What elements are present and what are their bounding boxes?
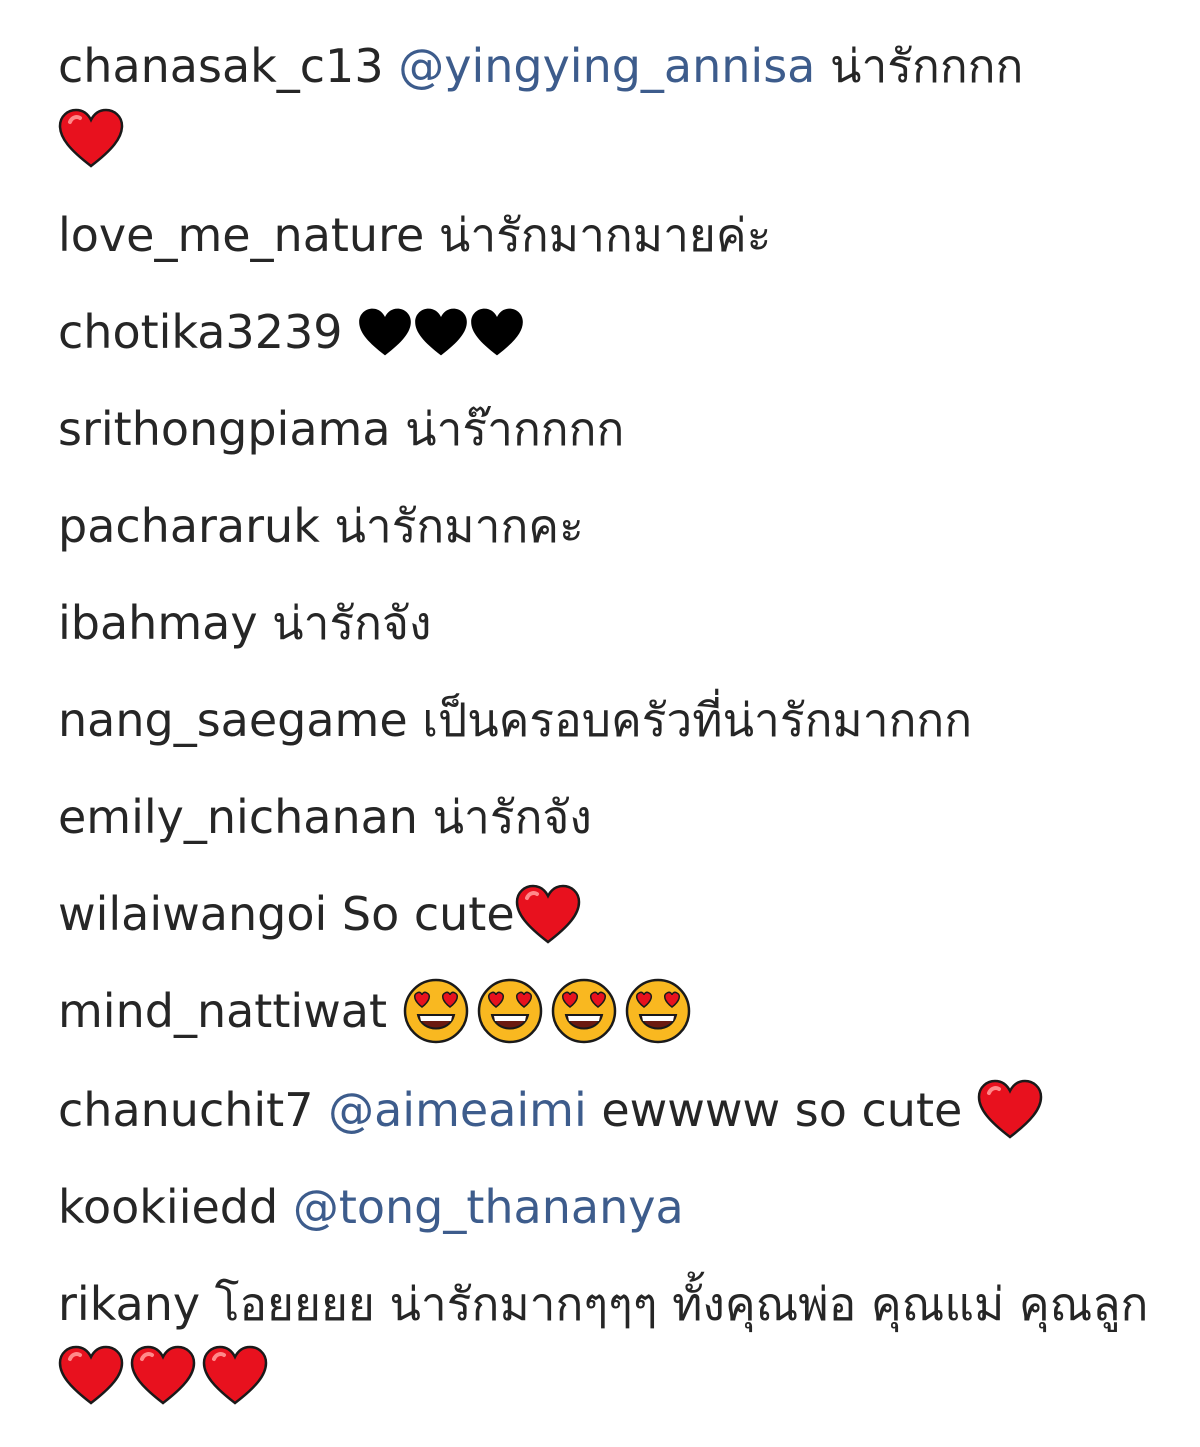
comment-username[interactable]: pachararuk — [58, 499, 320, 553]
comment-mention[interactable]: @yingying_annisa — [398, 39, 815, 93]
comment-text: เป็นครอบครัวที่น่ารักมากกก — [422, 693, 973, 747]
comment-item: chanasak_c13 @yingying_annisa น่ารักกกก — [58, 30, 1168, 174]
comment-text: น่ารักจัง — [432, 790, 592, 844]
comment-username[interactable]: chotika3239 — [58, 305, 343, 359]
black-heart-icon — [469, 307, 525, 357]
comment-username[interactable]: emily_nichanan — [58, 790, 418, 844]
comment-item: srithongpiama น่าร๊ากกกก — [58, 393, 1168, 465]
comment-username[interactable]: chanuchit7 — [58, 1083, 313, 1137]
comment-text: น่ารักกกก — [830, 39, 1024, 93]
comment-item: love_me_nature น่ารักมากมายค่ะ — [58, 199, 1168, 271]
comment-item: kookiiedd @tong_thananya — [58, 1171, 1168, 1243]
comment-text: น่ารักมากมายค่ะ — [438, 208, 772, 262]
comment-list: chanasak_c13 @yingying_annisa น่ารักกกก … — [58, 30, 1168, 1437]
comment-username[interactable]: mind_nattiwat — [58, 984, 387, 1038]
heart-eyes-face-icon — [550, 977, 618, 1045]
comment-text: น่ารักมากคะ — [334, 499, 584, 553]
comment-username[interactable]: rikany — [58, 1277, 200, 1331]
comment-item: ibahmay น่ารักจัง — [58, 587, 1168, 659]
comment-text: น่ารักจัง — [272, 596, 432, 650]
comment-item: emily_nichanan น่ารักจัง — [58, 781, 1168, 853]
heart-eyes-face-icon — [624, 977, 692, 1045]
red-heart-icon — [58, 1345, 124, 1405]
comment-mention[interactable]: @tong_thananya — [293, 1180, 684, 1234]
comment-username[interactable]: ibahmay — [58, 596, 258, 650]
comment-mention[interactable]: @aimeaimi — [328, 1083, 587, 1137]
comment-item: rikany โอยยยย น่ารักมากๆๆๆ ทั้งคุณพ่อ คุ… — [58, 1268, 1168, 1412]
comment-username[interactable]: srithongpiama — [58, 402, 391, 456]
comment-item: mind_nattiwat — [58, 975, 1168, 1049]
red-heart-icon — [515, 884, 581, 944]
comment-username[interactable]: wilaiwangoi — [58, 887, 327, 941]
red-heart-icon — [977, 1079, 1043, 1139]
comment-item: nang_saegame เป็นครอบครัวที่น่ารักมากกก — [58, 684, 1168, 756]
comment-text: ewwww so cute — [601, 1082, 963, 1137]
heart-eyes-face-icon — [476, 977, 544, 1045]
comment-text: โอยยยย น่ารักมากๆๆๆ ทั้งคุณพ่อ คุณแม่ คุ… — [214, 1276, 1149, 1331]
red-heart-icon — [130, 1345, 196, 1405]
comment-item: chanuchit7 @aimeaimi ewwww so cute — [58, 1074, 1168, 1146]
red-heart-icon — [202, 1345, 268, 1405]
comment-text: น่าร๊ากกกก — [405, 402, 625, 456]
black-heart-icon — [413, 307, 469, 357]
comment-username[interactable]: chanasak_c13 — [58, 39, 384, 93]
black-heart-icon — [357, 307, 413, 357]
comment-item: wilaiwangoi So cute — [58, 878, 1168, 950]
comment-username[interactable]: nang_saegame — [58, 693, 408, 747]
red-heart-icon — [58, 108, 124, 168]
heart-eyes-face-icon — [402, 977, 470, 1045]
comment-item: chotika3239 — [58, 296, 1168, 368]
comment-username[interactable]: love_me_nature — [58, 208, 424, 262]
comment-text: So cute — [341, 887, 515, 941]
comment-item: pachararuk น่ารักมากคะ — [58, 490, 1168, 562]
comment-username[interactable]: kookiiedd — [58, 1180, 278, 1234]
